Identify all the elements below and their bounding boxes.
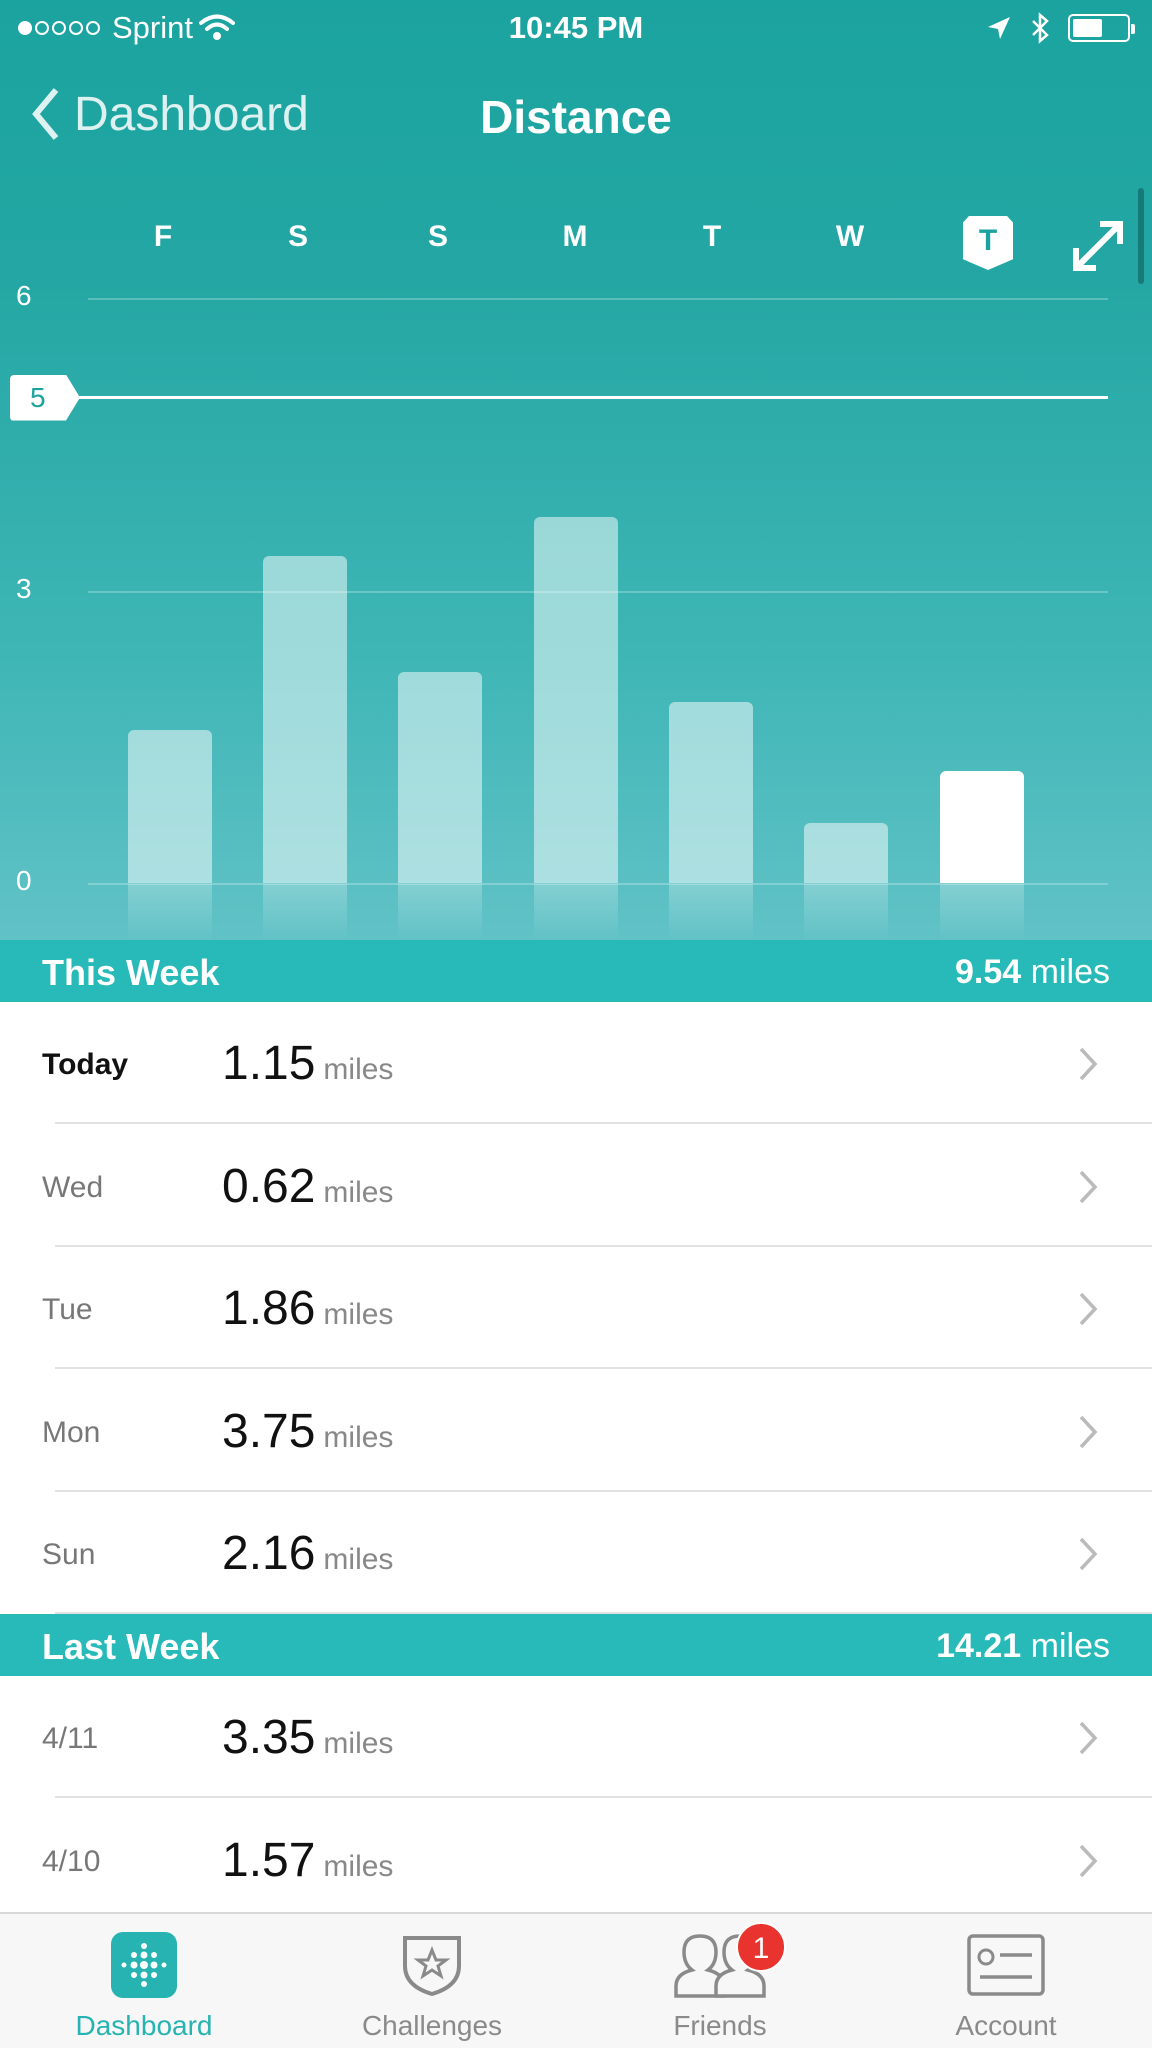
chevron-right-icon bbox=[1079, 1844, 1098, 1877]
y-tick-label: 6 bbox=[16, 280, 32, 311]
bluetooth-icon bbox=[1032, 12, 1049, 44]
bar-3[interactable] bbox=[534, 517, 618, 883]
y-tick-label: 3 bbox=[16, 572, 32, 604]
battery-icon bbox=[1068, 14, 1135, 42]
day-1[interactable]: S bbox=[268, 220, 328, 254]
bar-reflection bbox=[669, 884, 753, 940]
day-6[interactable]: T bbox=[963, 216, 1013, 270]
chevron-right-icon bbox=[1079, 1415, 1098, 1448]
bar-2[interactable] bbox=[398, 672, 482, 883]
section-header-last-week: Last Week 14.21 miles bbox=[0, 1614, 1152, 1676]
navigation-bar: Dashboard Distance bbox=[0, 80, 1152, 160]
chevron-right-icon bbox=[1079, 1047, 1098, 1081]
challenges-icon bbox=[403, 1936, 461, 1997]
location-arrow-icon bbox=[988, 17, 1010, 39]
row-value: 3.75 miles bbox=[222, 1404, 394, 1458]
goal-line bbox=[60, 395, 1108, 399]
bar-1[interactable] bbox=[263, 556, 347, 883]
bar-reflection bbox=[398, 884, 482, 940]
bar-6[interactable] bbox=[940, 770, 1024, 883]
day-5[interactable]: W bbox=[820, 220, 880, 254]
list-item[interactable]: Tue 1.86 miles bbox=[0, 1247, 1152, 1369]
expand-icon[interactable] bbox=[1070, 218, 1126, 274]
section-total: 14.21 miles bbox=[936, 1627, 1110, 1665]
row-value: 1.86 miles bbox=[222, 1282, 394, 1335]
row-value: 1.57 miles bbox=[222, 1833, 394, 1887]
tab-label: Account bbox=[955, 2010, 1057, 2041]
row-day: 4/10 bbox=[42, 1844, 101, 1878]
day-0[interactable]: F bbox=[133, 220, 193, 254]
chevron-right-icon bbox=[1079, 1537, 1098, 1571]
day-selector: FSSMTWT bbox=[0, 216, 1152, 270]
row-unit: miles bbox=[323, 1727, 394, 1760]
bar-reflection bbox=[534, 884, 618, 940]
notification-badge: 1 bbox=[736, 1922, 786, 1972]
tab-challenges[interactable]: Challenges bbox=[322, 1930, 542, 2042]
tab-label: Dashboard bbox=[75, 2010, 213, 2041]
bar-4[interactable] bbox=[669, 701, 753, 883]
list-item[interactable]: Mon 3.75 miles bbox=[0, 1369, 1152, 1492]
status-bar: Sprint 10:45 PM bbox=[0, 0, 1152, 60]
tab-dashboard[interactable]: Dashboard bbox=[34, 1930, 254, 2042]
bar-reflection bbox=[263, 884, 347, 940]
tab-friends[interactable]: 1 Friends bbox=[610, 1922, 830, 2042]
tab-label: Friends bbox=[673, 2010, 767, 2041]
day-4[interactable]: T bbox=[682, 220, 742, 254]
section-label: This Week bbox=[42, 952, 220, 993]
bar-reflection bbox=[940, 884, 1024, 940]
section-total: 9.54 miles bbox=[955, 953, 1110, 991]
chart-header-area: Sprint 10:45 PM Dashboard Distance F S S… bbox=[0, 0, 1152, 940]
row-unit: miles bbox=[323, 1420, 394, 1454]
status-time: 10:45 PM bbox=[508, 10, 644, 45]
row-unit: miles bbox=[323, 1849, 394, 1883]
bar-5[interactable] bbox=[804, 822, 888, 883]
row-value: 2.16 miles bbox=[222, 1527, 394, 1580]
scroll-indicator bbox=[1138, 188, 1144, 284]
dashboard-icon bbox=[111, 1932, 177, 1998]
list-item[interactable]: Today 1.15 miles bbox=[0, 1002, 1152, 1124]
row-value: 1.15 miles bbox=[222, 1037, 394, 1090]
page-title: Distance bbox=[480, 91, 672, 143]
list-item[interactable]: Sun 2.16 miles bbox=[0, 1492, 1152, 1614]
row-unit: miles bbox=[323, 1298, 394, 1331]
section-label: Last Week bbox=[42, 1626, 220, 1667]
row-day: Mon bbox=[42, 1415, 101, 1449]
row-day: Sun bbox=[42, 1538, 96, 1571]
row-value: 0.62 miles bbox=[222, 1159, 394, 1213]
day-2[interactable]: S bbox=[408, 220, 468, 254]
bar-0[interactable] bbox=[128, 729, 212, 883]
bar-reflection bbox=[804, 884, 888, 940]
row-day: 4/11 bbox=[42, 1722, 99, 1755]
tab-bar: Dashboard Challenges 1 Friends Account bbox=[0, 1912, 1152, 2048]
row-day: Wed bbox=[42, 1170, 104, 1204]
row-unit: miles bbox=[323, 1175, 394, 1209]
row-day: Tue bbox=[42, 1293, 93, 1326]
chevron-right-icon bbox=[1079, 1292, 1098, 1326]
gridline bbox=[88, 298, 1108, 300]
row-unit: miles bbox=[323, 1543, 394, 1576]
list-item[interactable]: 4/11 3.35 miles bbox=[0, 1676, 1152, 1798]
row-unit: miles bbox=[323, 1053, 394, 1086]
chevron-right-icon bbox=[1079, 1721, 1098, 1755]
goal-label: 5 bbox=[10, 374, 80, 421]
chevron-right-icon bbox=[1079, 1170, 1098, 1203]
day-3[interactable]: M bbox=[545, 220, 605, 254]
row-value: 3.35 miles bbox=[222, 1711, 394, 1764]
section-header-this-week: This Week 9.54 miles bbox=[0, 940, 1152, 1002]
bar-reflection bbox=[128, 884, 212, 940]
y-tick-label: 0 bbox=[16, 865, 32, 896]
tab-account[interactable]: Account bbox=[896, 1930, 1116, 2042]
tab-label: Challenges bbox=[361, 2010, 503, 2041]
row-day: Today bbox=[42, 1048, 129, 1081]
account-icon bbox=[967, 1934, 1045, 1996]
list-item[interactable]: 4/10 1.57 miles bbox=[0, 1798, 1152, 1921]
list-item[interactable]: Wed 0.62 miles bbox=[0, 1124, 1152, 1247]
